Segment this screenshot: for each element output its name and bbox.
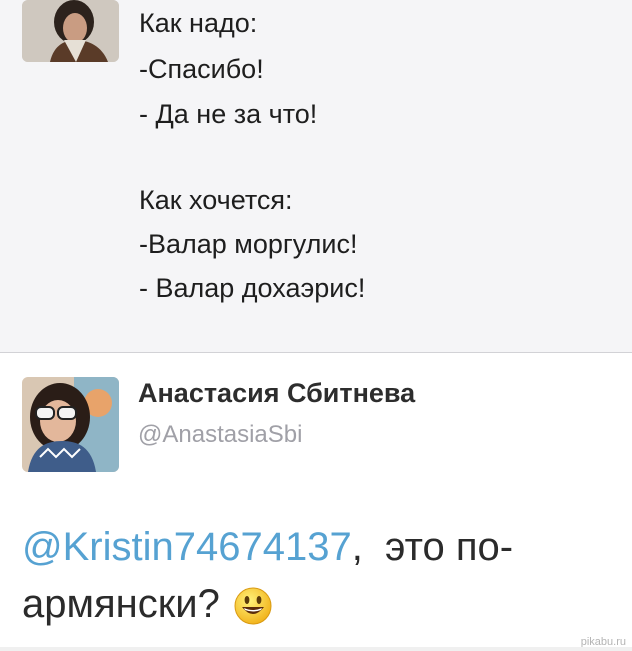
user-avatar[interactable] — [22, 377, 119, 472]
tweet-text-line: Как надо: — [139, 8, 258, 38]
tweet-text: @Kristin74674137, это по- — [22, 525, 513, 569]
tweet-text-fragment: армянски? — [22, 582, 220, 626]
user-handle[interactable]: @AnastasiaSbi — [138, 421, 302, 449]
bottom-border — [0, 647, 632, 651]
tweet-text: армянски? — [22, 582, 273, 626]
smiley-emoji-icon — [233, 586, 273, 626]
tweet-text-line: Как хочется: — [139, 185, 293, 215]
tweet-text-line: -Валар моргулис! — [139, 229, 358, 259]
tweet-text-fragment: , это по- — [351, 525, 514, 569]
tweet-text-line: -Спасибо! — [139, 54, 264, 84]
user-name[interactable]: Анастасия Сбитнева — [138, 378, 415, 409]
tweet-text-line: - Валар дохаэрис! — [139, 273, 366, 303]
tweet-text-line: - Да не за что! — [139, 99, 318, 129]
tweet-divider — [0, 352, 632, 353]
mention-link[interactable]: @Kristin74674137 — [22, 525, 352, 569]
user-avatar[interactable] — [22, 0, 119, 62]
first-tweet: Как надо: -Спасибо! - Да не за что! Как … — [0, 0, 632, 352]
